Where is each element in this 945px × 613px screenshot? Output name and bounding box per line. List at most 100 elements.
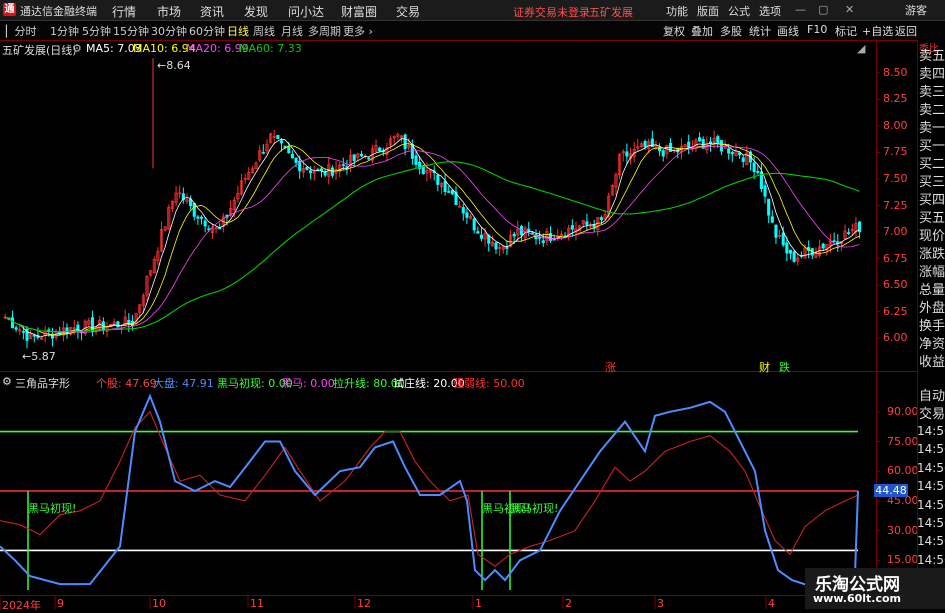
- kline-chart[interactable]: [0, 0, 945, 609]
- stock-series-line: [0, 410, 859, 567]
- candle: [752, 162, 756, 172]
- candle: [14, 327, 18, 330]
- candle: [279, 140, 284, 144]
- candle: [661, 150, 665, 157]
- indicator-tick-label: 60.00: [887, 464, 919, 478]
- candle: [461, 207, 465, 214]
- price-tick-label: 7.25: [883, 198, 908, 212]
- side-item: 买一: [919, 139, 945, 154]
- candle: [319, 168, 324, 171]
- side-item: 外盘: [919, 301, 945, 316]
- high-price-label: ←8.64: [157, 59, 191, 72]
- collapse-icon[interactable]: ◢: [857, 42, 865, 55]
- side-item: 买二: [919, 157, 945, 172]
- marker-down: 跌: [779, 361, 790, 374]
- signal-text-1: 黑马初现!: [28, 502, 77, 515]
- date-label: 11: [250, 597, 264, 610]
- indicator-settings-icon[interactable]: ⚙: [2, 375, 12, 388]
- candle: [792, 251, 796, 262]
- candle: [305, 166, 309, 170]
- side-item: 买五: [919, 211, 945, 226]
- candle: [472, 218, 476, 231]
- candle: [10, 317, 15, 329]
- indicator-tick-label: 15.00: [887, 553, 919, 567]
- ma5-line: [4, 138, 860, 338]
- side-time: 14:56: [917, 516, 945, 530]
- date-label: 2: [565, 597, 572, 610]
- candle: [465, 212, 469, 218]
- date-label: 10: [152, 597, 166, 610]
- candle: [741, 157, 745, 162]
- candle: [199, 216, 204, 219]
- side-item: 涨幅: [919, 265, 945, 280]
- candle: [330, 167, 334, 176]
- candle: [127, 319, 131, 324]
- candle: [505, 246, 509, 249]
- candle: [450, 189, 454, 195]
- candle: [698, 137, 702, 142]
- candle: [512, 233, 516, 237]
- indicator-legend-item: 黑马: 0.00: [281, 377, 335, 390]
- date-label: 4: [768, 597, 775, 610]
- date-label: 9: [57, 597, 64, 610]
- settings-icon[interactable]: ⚙: [72, 42, 82, 55]
- side-item: 总量: [919, 283, 945, 298]
- candle: [788, 249, 793, 254]
- date-label: 12: [357, 597, 371, 610]
- candle: [403, 134, 407, 149]
- indicator-legend-item: 个股: 47.69: [96, 377, 157, 390]
- candle: [341, 164, 345, 166]
- side-item: 卖三: [919, 85, 945, 100]
- side-time: 14:56: [917, 442, 945, 457]
- price-tick-label: 7.50: [883, 171, 908, 185]
- candle: [552, 238, 556, 241]
- price-tick-label: 6.00: [883, 331, 908, 345]
- candle: [352, 154, 356, 161]
- side-time: 14:56: [917, 424, 945, 438]
- ma60-label: MA60: 7.33: [239, 42, 302, 55]
- candle: [687, 141, 691, 148]
- candle: [763, 185, 767, 197]
- date-axis-line: [0, 595, 917, 596]
- candle: [541, 240, 545, 244]
- candle: [378, 147, 382, 152]
- candle: [585, 221, 589, 225]
- date-label: 1: [475, 597, 482, 610]
- candle: [479, 234, 484, 239]
- candle: [599, 217, 603, 221]
- candle: [643, 141, 647, 148]
- watermark: 乐淘公式网 www.60lt.com: [805, 568, 945, 609]
- candle: [436, 174, 440, 185]
- candle: [32, 334, 36, 337]
- candle: [261, 151, 265, 154]
- side-time: 14:56: [917, 534, 945, 549]
- side-lower-item: 交易: [919, 407, 945, 422]
- candle: [767, 198, 771, 216]
- candle: [774, 224, 778, 238]
- side-item: 涨跌: [919, 247, 945, 262]
- price-tick-label: 7.75: [883, 145, 908, 159]
- price-tick-label: 7.00: [883, 225, 908, 239]
- candle: [821, 243, 825, 249]
- candle: [785, 242, 789, 254]
- indicator-tick-label: 90.00: [887, 404, 919, 418]
- ma60-line: [4, 161, 860, 333]
- candle: [716, 136, 720, 144]
- candle: [359, 153, 364, 157]
- candle: [719, 140, 723, 152]
- side-item: 卖四: [919, 67, 945, 82]
- side-item: 买三: [919, 175, 945, 190]
- candle: [414, 155, 418, 165]
- side-time: 14:56: [917, 552, 945, 567]
- candle: [203, 220, 207, 227]
- side-item: 卖五: [919, 49, 945, 64]
- indicator-tick-label: 30.00: [887, 523, 919, 537]
- price-axis-line: [876, 40, 877, 609]
- candle: [447, 191, 451, 193]
- marker-up: 涨: [605, 361, 616, 374]
- candle: [476, 231, 480, 234]
- candle: [570, 225, 574, 230]
- side-time: 14:56: [917, 497, 945, 512]
- indicator-legend-item: 强弱线: 50.00: [453, 377, 525, 390]
- price-tick-label: 8.25: [883, 92, 908, 106]
